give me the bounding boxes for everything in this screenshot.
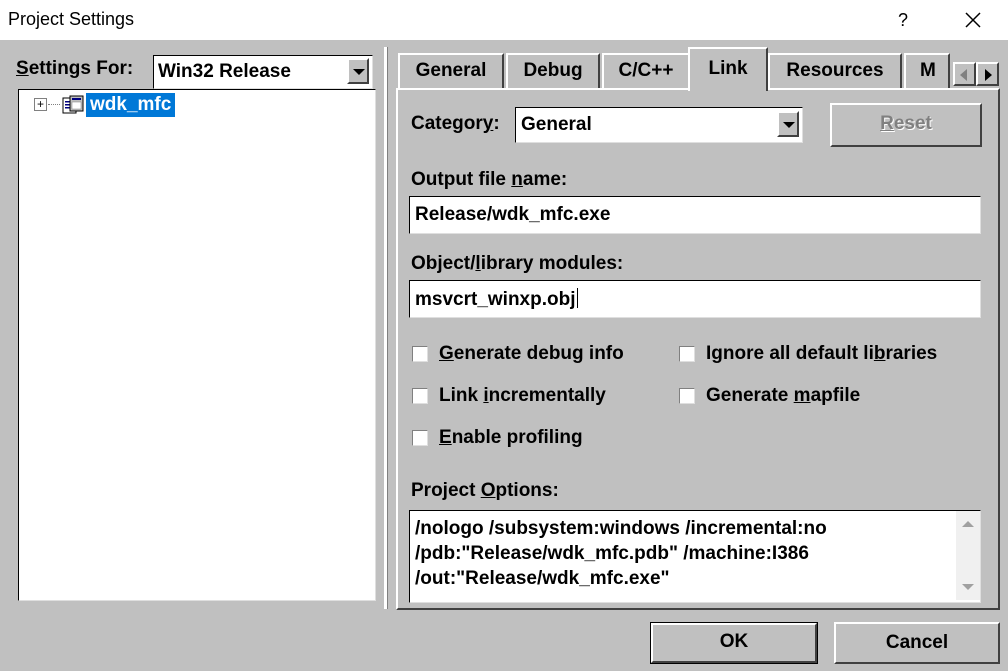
output-file-name-value: Release/wdk_mfc.exe xyxy=(415,204,611,225)
tab-debug[interactable]: Debug xyxy=(506,53,600,89)
title-bar[interactable]: Project Settings ? xyxy=(0,0,1008,40)
tree-expand-icon[interactable]: + xyxy=(34,98,47,111)
tree-connector xyxy=(48,104,60,105)
tree-item-project[interactable]: wdk_mfc xyxy=(86,93,176,117)
ignore-default-libraries-label[interactable]: Ignore all default libraries xyxy=(706,343,937,365)
project-options-label: Project Options: xyxy=(411,480,559,501)
object-library-modules-input[interactable]: msvcrt_winxp.obj xyxy=(409,280,981,318)
generate-mapfile-checkbox[interactable] xyxy=(679,388,695,404)
project-options-textarea[interactable]: /nologo /subsystem:windows /incremental:… xyxy=(409,510,981,603)
tab-scroll-left-button[interactable] xyxy=(953,62,976,86)
arrow-left-icon xyxy=(960,69,967,81)
object-library-modules-label: Object/library modules: xyxy=(411,253,624,274)
configuration-value: Win32 Release xyxy=(158,61,291,82)
text-caret xyxy=(576,288,578,308)
close-button[interactable] xyxy=(948,0,998,40)
project-options-value: /nologo /subsystem:windows /incremental:… xyxy=(415,518,827,589)
enable-profiling-label[interactable]: Enable profiling xyxy=(439,427,583,449)
configuration-dropdown-button[interactable] xyxy=(347,58,369,84)
category-dropdown-button[interactable] xyxy=(777,111,799,137)
window-title: Project Settings xyxy=(8,9,135,29)
tab-general[interactable]: General xyxy=(398,53,504,89)
close-icon xyxy=(965,12,981,28)
arrow-right-icon xyxy=(985,69,992,81)
tab-scroll-buttons xyxy=(953,62,999,86)
scroll-down-icon[interactable] xyxy=(962,584,974,590)
chevron-down-icon xyxy=(353,69,365,75)
output-file-name-input[interactable]: Release/wdk_mfc.exe xyxy=(409,196,981,234)
generate-debug-info-checkbox[interactable] xyxy=(412,346,428,362)
link-incrementally-label[interactable]: Link incrementally xyxy=(439,385,606,407)
chevron-down-icon xyxy=(783,122,795,128)
tab-scroll-right-button[interactable] xyxy=(976,62,999,86)
tab-resources[interactable]: Resources xyxy=(768,53,902,89)
link-incrementally-checkbox[interactable] xyxy=(412,388,428,404)
category-combo[interactable]: General xyxy=(515,107,803,143)
project-icon xyxy=(62,95,84,115)
category-label: Category: xyxy=(411,113,500,134)
output-file-name-label: Output file name: xyxy=(411,169,568,190)
reset-button[interactable]: Reset xyxy=(830,103,982,147)
tab-link[interactable]: Link xyxy=(688,47,768,91)
ignore-default-libraries-checkbox[interactable] xyxy=(679,346,695,362)
generate-debug-info-label[interactable]: Generate debug info xyxy=(439,343,624,365)
tab-more-truncated[interactable]: M xyxy=(904,53,950,89)
scroll-up-icon[interactable] xyxy=(962,521,974,527)
configuration-combo[interactable]: Win32 Release xyxy=(153,55,373,89)
project-options-scrollbar[interactable] xyxy=(956,511,980,600)
enable-profiling-checkbox[interactable] xyxy=(412,430,428,446)
help-button[interactable]: ? xyxy=(880,0,926,40)
settings-for-label: Settings For: xyxy=(16,58,134,79)
object-library-modules-value: msvcrt_winxp.obj xyxy=(415,289,576,310)
tab-c-cpp[interactable]: C/C++ xyxy=(602,53,690,89)
generate-mapfile-label[interactable]: Generate mapfile xyxy=(706,385,860,407)
project-tree[interactable] xyxy=(18,89,376,601)
pane-splitter[interactable] xyxy=(384,47,388,609)
category-value: General xyxy=(521,114,592,135)
cancel-button[interactable]: Cancel xyxy=(834,622,1000,664)
ok-button[interactable]: OK xyxy=(650,622,818,664)
